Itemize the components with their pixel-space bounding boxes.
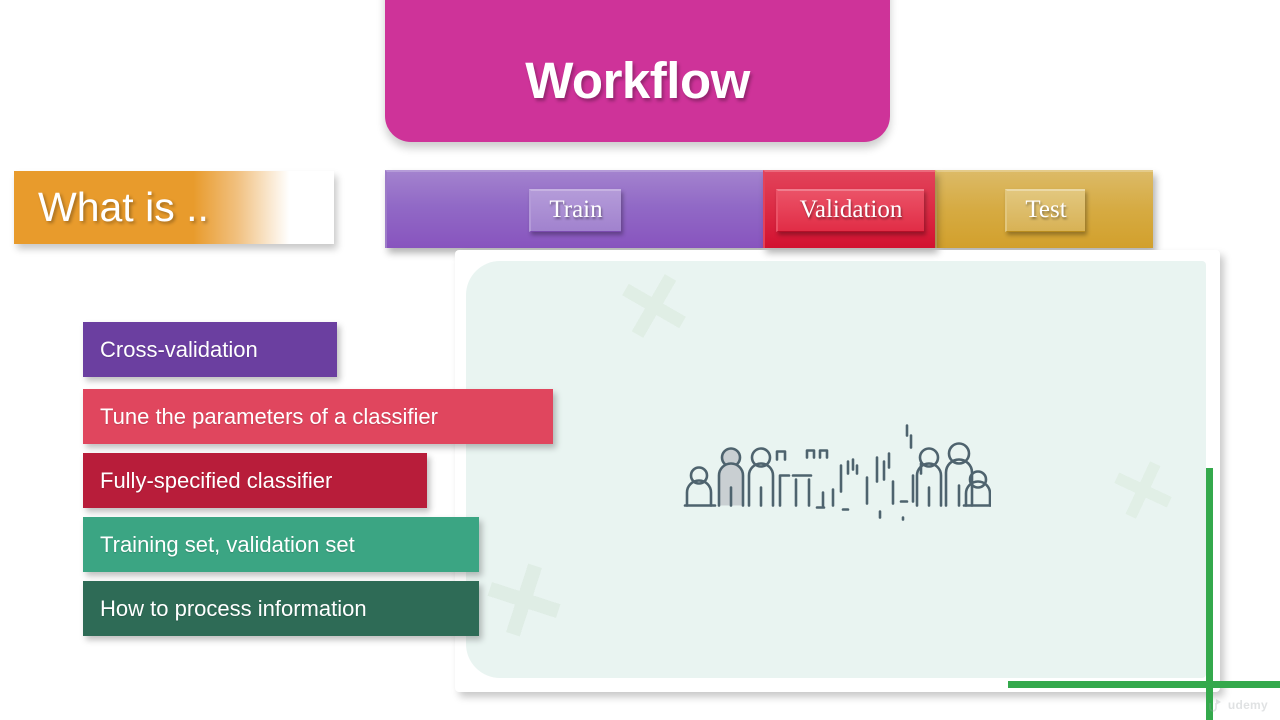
keyword-label: Tune the parameters of a classifier <box>100 403 438 429</box>
page-title: Workflow <box>525 52 750 109</box>
udemy-watermark-text: udemy <box>1227 698 1268 712</box>
keyword-bar-tune-parameters[interactable]: Tune the parameters of a classifier <box>83 389 553 444</box>
udemy-watermark: udemy <box>1208 698 1268 712</box>
content-card-inner <box>466 261 1206 678</box>
section-label-text: What is .. <box>38 184 209 230</box>
green-accent-horizontal-line <box>1008 681 1280 688</box>
workflow-stage-test[interactable]: Test <box>935 170 1153 248</box>
cross-watermark-icon <box>1104 451 1182 529</box>
keyword-label: Cross-validation <box>100 336 258 362</box>
stage-chip-validation: Validation <box>775 188 925 232</box>
keyword-label: How to process information <box>100 595 367 621</box>
keyword-bar-training-validation-set[interactable]: Training set, validation set <box>83 517 479 572</box>
workflow-stage-train[interactable]: Train <box>385 170 763 248</box>
people-crowd-dispersing-icon <box>683 423 991 521</box>
stage-chip-train: Train <box>529 188 621 232</box>
keyword-bar-fully-specified-classifier[interactable]: Fully-specified classifier <box>83 453 427 508</box>
keyword-label: Fully-specified classifier <box>100 467 333 493</box>
content-card <box>455 250 1220 692</box>
keyword-label: Training set, validation set <box>100 531 355 557</box>
slide-canvas: Workflow What is .. Train Validation Tes… <box>0 0 1280 720</box>
stage-chip-test: Test <box>1005 188 1085 232</box>
section-label-bar: What is .. <box>14 171 334 244</box>
udemy-logo-icon <box>1209 698 1221 712</box>
keyword-bar-process-information[interactable]: How to process information <box>83 581 479 636</box>
slide-title-banner: Workflow <box>385 0 890 142</box>
keyword-bar-cross-validation[interactable]: Cross-validation <box>83 322 337 377</box>
workflow-stage-validation[interactable]: Validation <box>763 170 935 248</box>
